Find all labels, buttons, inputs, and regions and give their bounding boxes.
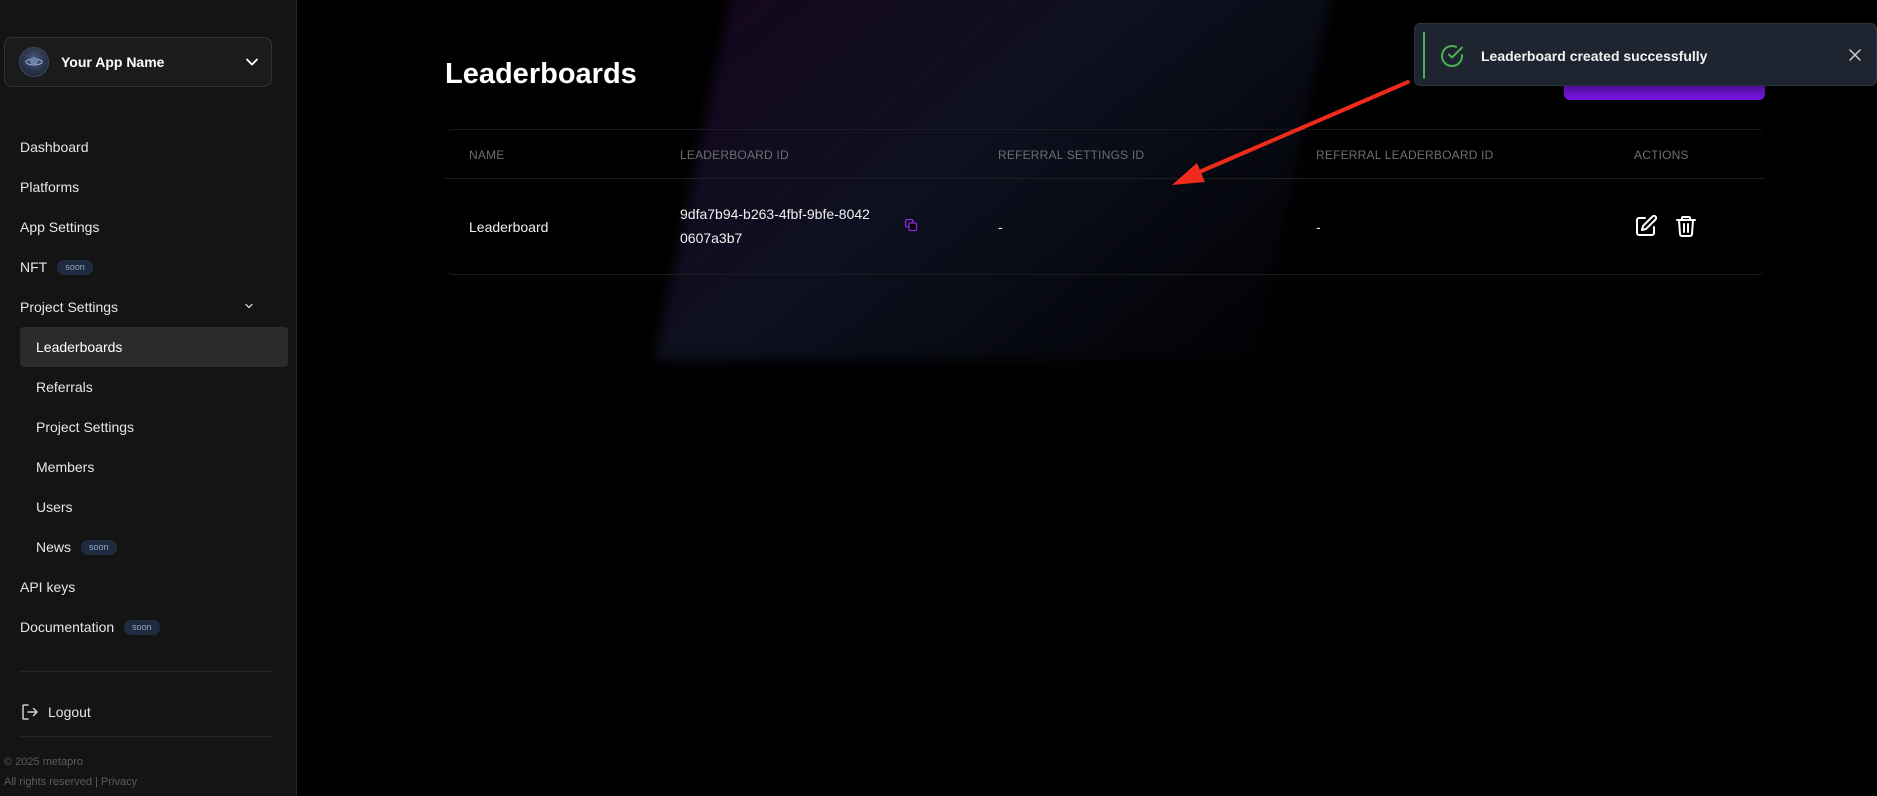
leaderboard-name: Leaderboard (469, 219, 549, 235)
app-root: Your App Name Dashboard Platforms App Se… (0, 0, 1877, 796)
nav-documentation[interactable]: Documentation soon (20, 607, 160, 647)
nav-label: Leaderboards (36, 339, 123, 355)
nav-label: Members (36, 459, 95, 475)
chevron-down-icon (245, 55, 259, 69)
rights-privacy-link[interactable]: All rights reserved | Privacy (4, 772, 137, 792)
leaderboard-id-line: 0607a3b7 (680, 230, 743, 246)
sidebar-divider (20, 671, 272, 672)
logout-button[interactable]: Logout (20, 692, 91, 732)
sidebar: Your App Name Dashboard Platforms App Se… (0, 0, 297, 796)
column-header-referral-settings-id: REFERRAL SETTINGS ID (998, 148, 1145, 162)
nav-sub-users[interactable]: Users (20, 487, 288, 527)
referral-settings-id: - (998, 219, 1003, 235)
nav-sub-members[interactable]: Members (20, 447, 288, 487)
nav-label: Dashboard (20, 139, 89, 155)
sidebar-footer: © 2025 metapro All rights reserved | Pri… (4, 752, 137, 792)
nav-label: NFT (20, 259, 48, 275)
copyright-text: © 2025 metapro (4, 756, 84, 768)
nav-label: Documentation (20, 619, 115, 635)
nav-label: Platforms (20, 179, 80, 195)
column-header-actions: ACTIONS (1634, 148, 1689, 162)
logout-icon (20, 702, 40, 722)
toast-message: Leaderboard created successfully (1481, 48, 1708, 64)
referral-leaderboard-id: - (1316, 219, 1321, 235)
success-toast: Leaderboard created successfully (1414, 23, 1877, 86)
nav-label: Users (36, 499, 73, 515)
nav-nft[interactable]: NFT soon (20, 247, 93, 287)
page-title: Leaderboards (445, 58, 637, 90)
edit-icon[interactable] (1634, 214, 1658, 238)
column-header-name: NAME (469, 148, 505, 162)
nav-app-settings[interactable]: App Settings (20, 207, 99, 247)
nav-sub-news[interactable]: News soon (20, 527, 288, 567)
planet-avatar-icon (19, 47, 49, 77)
nav-label: Project Settings (20, 299, 119, 315)
nav-platforms[interactable]: Platforms (20, 167, 79, 207)
column-header-leaderboard-id: LEADERBOARD ID (680, 148, 789, 162)
nav-sub-referrals[interactable]: Referrals (20, 367, 288, 407)
nav-api-keys[interactable]: API keys (20, 567, 75, 607)
soon-badge: soon (57, 259, 93, 275)
leaderboard-id-line: 9dfa7b94-b263-4fbf-9bfe-8042 (680, 206, 870, 222)
trash-icon[interactable] (1674, 214, 1698, 238)
main-content: Leaderboards NAME LEADERBOARD ID REFERRA… (297, 0, 1877, 796)
nav-project-settings-group[interactable]: Project Settings (20, 287, 255, 327)
leaderboard-id: 9dfa7b94-b263-4fbf-9bfe-8042 0607a3b7 (680, 202, 900, 250)
nav-label: News (36, 539, 72, 555)
logout-label: Logout (48, 704, 91, 720)
nav-sub-project-settings[interactable]: Project Settings (20, 407, 288, 447)
table-header: NAME LEADERBOARD ID REFERRAL SETTINGS ID… (445, 130, 1765, 179)
nav-label: API keys (20, 579, 76, 595)
app-name: Your App Name (61, 54, 165, 70)
sidebar-divider (20, 736, 272, 737)
nav-label: App Settings (20, 219, 100, 235)
check-circle-icon (1439, 43, 1465, 69)
toast-status-bar (1423, 32, 1425, 79)
close-icon[interactable] (1847, 47, 1863, 63)
chevron-down-icon (243, 299, 255, 315)
nav-label: Project Settings (36, 419, 135, 435)
soon-badge: soon (124, 619, 160, 635)
nav-dashboard[interactable]: Dashboard (20, 127, 89, 167)
soon-badge: soon (81, 539, 117, 555)
app-selector[interactable]: Your App Name (4, 37, 272, 87)
copy-icon[interactable] (904, 218, 918, 232)
nav-sub-leaderboards[interactable]: Leaderboards (20, 327, 288, 367)
nav-label: Referrals (36, 379, 93, 395)
leaderboards-table: NAME LEADERBOARD ID REFERRAL SETTINGS ID… (445, 129, 1765, 275)
column-header-referral-leaderboard-id: REFERRAL LEADERBOARD ID (1316, 148, 1494, 162)
